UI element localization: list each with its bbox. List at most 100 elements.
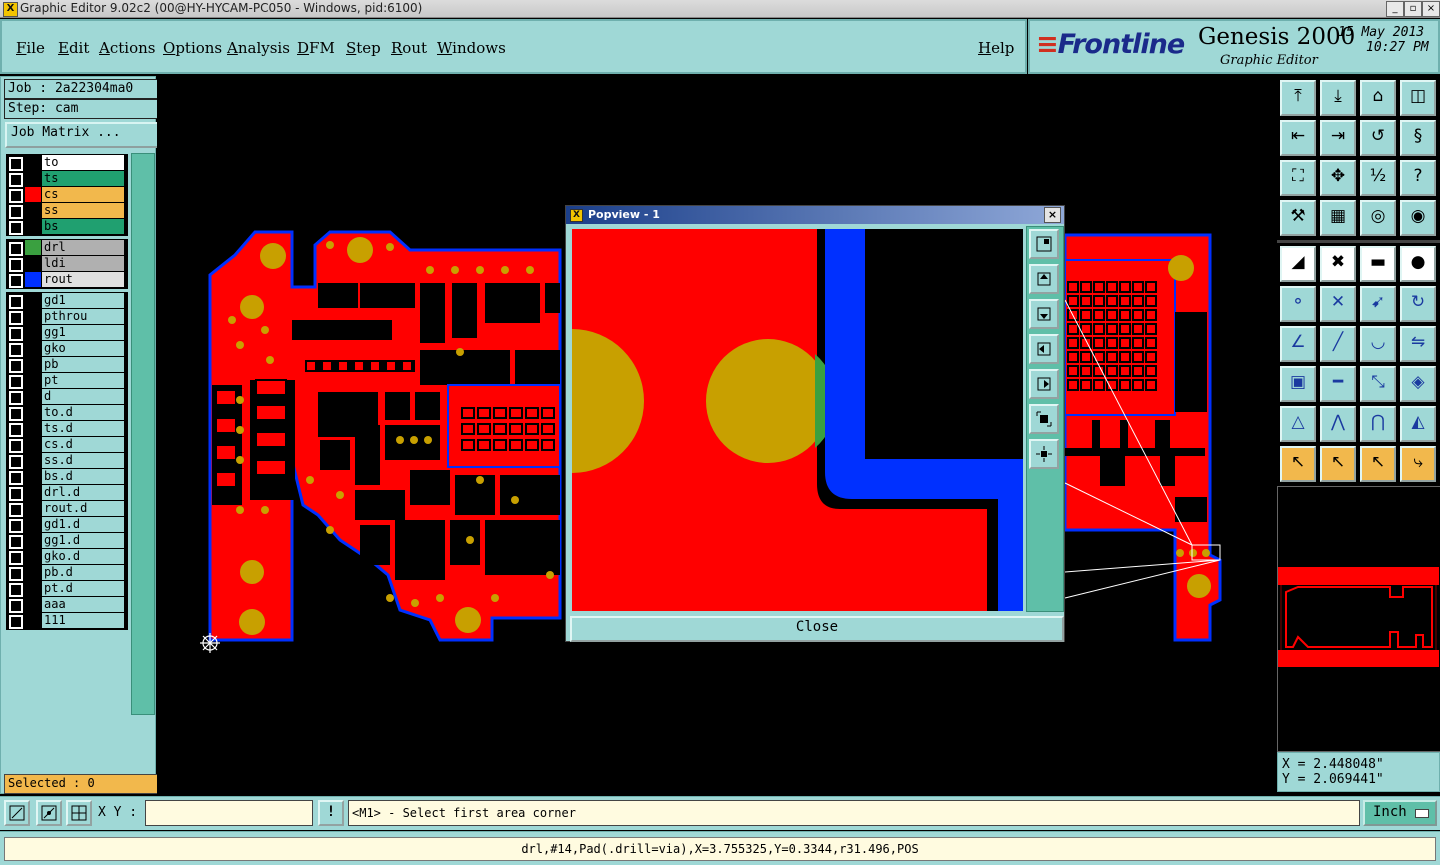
alert-button[interactable]: ! — [318, 800, 344, 826]
layer-row[interactable]: pthrou — [7, 309, 127, 325]
layer-row[interactable]: ts — [7, 171, 127, 187]
cross-button[interactable]: ✕ — [1320, 286, 1356, 322]
layer-row[interactable]: gd1.d — [7, 517, 127, 533]
rotate-button[interactable]: ↻ — [1400, 286, 1436, 322]
connect-button[interactable]: ⚬ — [1280, 286, 1316, 322]
split-view-button[interactable]: ◫ — [1400, 80, 1436, 116]
layer-row[interactable]: bs — [7, 219, 127, 235]
menu-options[interactable]: Options — [163, 39, 222, 57]
layer-checkbox[interactable] — [9, 535, 23, 549]
fill-button[interactable]: ◭ — [1400, 406, 1436, 442]
layer-row[interactable]: drl.d — [7, 485, 127, 501]
layer-checkbox[interactable] — [9, 407, 23, 421]
layer-row[interactable]: rout — [7, 272, 127, 288]
layer-checkbox[interactable] — [9, 599, 23, 613]
copy-button[interactable]: ▣ — [1280, 366, 1316, 402]
layer-checkbox[interactable] — [9, 327, 23, 341]
grid-icon[interactable] — [66, 800, 92, 826]
layer-row[interactable]: drl — [7, 240, 127, 256]
close-window-button[interactable]: × — [1422, 1, 1440, 17]
menu-edit[interactable]: Edit — [58, 39, 89, 57]
zoom-in-button[interactable] — [1029, 229, 1059, 259]
layer-row[interactable]: pt — [7, 373, 127, 389]
popview-canvas[interactable] — [572, 229, 1023, 611]
layer-checkbox[interactable] — [9, 455, 23, 469]
grid-view-button[interactable]: ▦ — [1320, 200, 1356, 236]
maximize-button[interactable]: ▫ — [1404, 1, 1422, 17]
layer-display-button[interactable]: ◎ — [1360, 200, 1396, 236]
layer-checkbox[interactable] — [9, 375, 23, 389]
layer-checkbox[interactable] — [9, 391, 23, 405]
select-arrow-button[interactable]: ↖ — [1280, 446, 1316, 482]
layer-row[interactable]: pb.d — [7, 565, 127, 581]
route-s-button[interactable]: § — [1400, 120, 1436, 156]
help-button[interactable]: ? — [1400, 160, 1436, 196]
menu-rout[interactable]: Rout — [391, 39, 427, 57]
arc-button[interactable]: ◡ — [1360, 326, 1396, 362]
menu-windows[interactable]: Windows — [437, 39, 506, 57]
layer-row[interactable]: gg1 — [7, 325, 127, 341]
edge-button[interactable]: ⋂ — [1360, 406, 1396, 442]
pad-button[interactable]: ● — [1400, 246, 1436, 282]
scale-1-2-button[interactable]: ½ — [1360, 160, 1396, 196]
layer-checkbox[interactable] — [9, 242, 23, 256]
menu-file[interactable]: File — [16, 39, 45, 57]
triangle-button[interactable]: △ — [1280, 406, 1316, 442]
delete-feature-button[interactable]: ✖ — [1320, 246, 1356, 282]
home-button[interactable]: ⌂ — [1360, 80, 1396, 116]
select-box-button[interactable]: ↖ — [1320, 446, 1356, 482]
layer-checkbox[interactable] — [9, 439, 23, 453]
layer-checkbox[interactable] — [9, 274, 23, 288]
layer-checkbox[interactable] — [9, 157, 23, 171]
menu-actions[interactable]: Actions — [99, 39, 155, 57]
layer-checkbox[interactable] — [9, 295, 23, 309]
xy-input[interactable] — [145, 800, 313, 826]
layer-checkbox[interactable] — [9, 615, 23, 629]
snap-icon[interactable] — [36, 800, 62, 826]
popview-close-icon[interactable]: × — [1044, 207, 1061, 223]
layer-row[interactable]: ss.d — [7, 453, 127, 469]
shape-button[interactable]: ◈ — [1400, 366, 1436, 402]
layer-checkbox[interactable] — [9, 567, 23, 581]
layer-row[interactable]: pt.d — [7, 581, 127, 597]
import-button[interactable]: ⇤ — [1280, 120, 1316, 156]
layer-row[interactable]: ts.d — [7, 421, 127, 437]
layer-checkbox[interactable] — [9, 487, 23, 501]
export-button[interactable]: ⇥ — [1320, 120, 1356, 156]
layer-checkbox[interactable] — [9, 343, 23, 357]
layer-row[interactable]: ldi — [7, 256, 127, 272]
mirror-button[interactable]: ⇋ — [1400, 326, 1436, 362]
zoom-out-button[interactable] — [1029, 439, 1059, 469]
menu-dfm[interactable]: DFM — [297, 39, 335, 57]
fit-screen-button[interactable]: ⛶ — [1280, 160, 1316, 196]
pan-down-button[interactable] — [1029, 299, 1059, 329]
layer-row[interactable]: ss — [7, 203, 127, 219]
select-net-button[interactable]: ⤷ — [1400, 446, 1436, 482]
minimize-button[interactable]: _ — [1386, 1, 1404, 17]
contour-button[interactable]: ⋀ — [1320, 406, 1356, 442]
layer-checkbox[interactable] — [9, 258, 23, 272]
select-active-button[interactable]: ↖ — [1360, 446, 1396, 482]
home-down-button[interactable]: ⤓ — [1320, 80, 1356, 116]
home-top-button[interactable]: ⤒ — [1280, 80, 1316, 116]
units-select[interactable]: Inch — [1363, 800, 1437, 826]
layer-row[interactable]: gko — [7, 341, 127, 357]
layer-row[interactable]: cs — [7, 187, 127, 203]
layer-row[interactable]: d — [7, 389, 127, 405]
add-feature-button[interactable]: ◢ — [1280, 246, 1316, 282]
layer-checkbox[interactable] — [9, 221, 23, 235]
layer-row[interactable]: pb — [7, 357, 127, 373]
step-repeat-button[interactable]: ↺ — [1360, 120, 1396, 156]
move-button[interactable]: ➹ — [1360, 286, 1396, 322]
layer-checkbox[interactable] — [9, 519, 23, 533]
board-overview[interactable] — [1277, 486, 1440, 752]
angle-button[interactable]: ∠ — [1280, 326, 1316, 362]
menu-help[interactable]: Help — [978, 39, 1014, 57]
measure-icon[interactable] — [4, 800, 30, 826]
layer-row[interactable]: to — [7, 155, 127, 171]
layer-checkbox[interactable] — [9, 359, 23, 373]
popview-close-button[interactable]: Close — [570, 616, 1064, 642]
line-button[interactable]: ╱ — [1320, 326, 1356, 362]
pan-left-button[interactable] — [1029, 334, 1059, 364]
layer-checkbox[interactable] — [9, 311, 23, 325]
